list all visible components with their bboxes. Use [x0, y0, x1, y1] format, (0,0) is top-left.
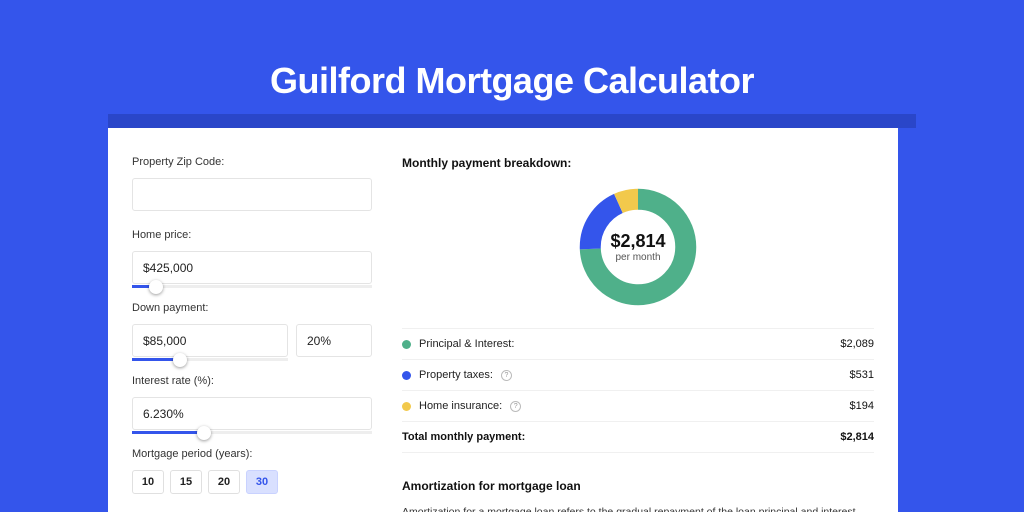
- total-label: Total monthly payment:: [402, 431, 525, 443]
- donut-amount: $2,814: [610, 231, 665, 252]
- taxes-amount: $531: [850, 369, 874, 381]
- donut-sub: per month: [615, 252, 660, 263]
- down-payment-slider-rest: [180, 358, 288, 361]
- period-btn-20[interactable]: 20: [208, 470, 240, 494]
- interest-slider-thumb[interactable]: [197, 426, 211, 440]
- down-payment-label: Down payment:: [132, 302, 394, 314]
- dot-principal: [402, 340, 411, 349]
- home-price-slider-thumb[interactable]: [149, 280, 163, 294]
- line-insurance: Home insurance: ? $194: [402, 390, 874, 421]
- interest-input[interactable]: [132, 397, 372, 430]
- line-taxes: Property taxes: ? $531: [402, 359, 874, 390]
- zip-label: Property Zip Code:: [132, 156, 394, 168]
- period-group: Mortgage period (years): 10 15 20 30: [132, 448, 394, 494]
- header-shadow-strip: [108, 114, 916, 128]
- home-price-input[interactable]: [132, 251, 372, 284]
- amortization-text: Amortization for a mortgage loan refers …: [402, 505, 874, 512]
- down-payment-slider-thumb[interactable]: [173, 353, 187, 367]
- zip-input[interactable]: [132, 178, 372, 211]
- principal-label: Principal & Interest:: [419, 338, 514, 350]
- home-price-group: Home price:: [132, 229, 394, 284]
- dot-insurance: [402, 402, 411, 411]
- breakdown-title: Monthly payment breakdown:: [402, 156, 874, 170]
- home-price-label: Home price:: [132, 229, 394, 241]
- insurance-amount: $194: [850, 400, 874, 412]
- amortization-title: Amortization for mortgage loan: [402, 475, 874, 493]
- home-price-slider-rest: [156, 285, 372, 288]
- donut-chart-wrap: $2,814 per month: [402, 184, 874, 310]
- period-label: Mortgage period (years):: [132, 448, 394, 460]
- amortization-block: Amortization for mortgage loan Amortizat…: [402, 475, 874, 512]
- calculator-card: Property Zip Code: Home price: Down paym…: [108, 128, 898, 512]
- principal-amount: $2,089: [840, 338, 874, 350]
- donut-center: $2,814 per month: [575, 184, 701, 310]
- form-panel: Property Zip Code: Home price: Down paym…: [108, 128, 394, 512]
- interest-label: Interest rate (%):: [132, 375, 394, 387]
- period-btn-10[interactable]: 10: [132, 470, 164, 494]
- period-btn-15[interactable]: 15: [170, 470, 202, 494]
- page-title: Guilford Mortgage Calculator: [0, 0, 1024, 102]
- info-icon[interactable]: ?: [510, 401, 521, 412]
- down-payment-input[interactable]: [132, 324, 288, 357]
- total-amount: $2,814: [840, 431, 874, 443]
- period-btn-30[interactable]: 30: [246, 470, 278, 494]
- interest-slider-rest: [204, 431, 372, 434]
- dot-taxes: [402, 371, 411, 380]
- line-total: Total monthly payment: $2,814: [402, 421, 874, 453]
- taxes-label: Property taxes:: [419, 369, 493, 381]
- zip-group: Property Zip Code:: [132, 156, 394, 211]
- interest-slider-fill: [132, 431, 204, 434]
- period-options: 10 15 20 30: [132, 470, 394, 494]
- down-payment-pct-input[interactable]: [296, 324, 372, 357]
- breakdown-panel: Monthly payment breakdown: $2,814 per mo…: [394, 128, 898, 512]
- line-principal: Principal & Interest: $2,089: [402, 328, 874, 359]
- insurance-label: Home insurance:: [419, 400, 502, 412]
- donut-chart: $2,814 per month: [575, 184, 701, 310]
- interest-group: Interest rate (%):: [132, 375, 394, 430]
- down-payment-group: Down payment:: [132, 302, 394, 357]
- info-icon[interactable]: ?: [501, 370, 512, 381]
